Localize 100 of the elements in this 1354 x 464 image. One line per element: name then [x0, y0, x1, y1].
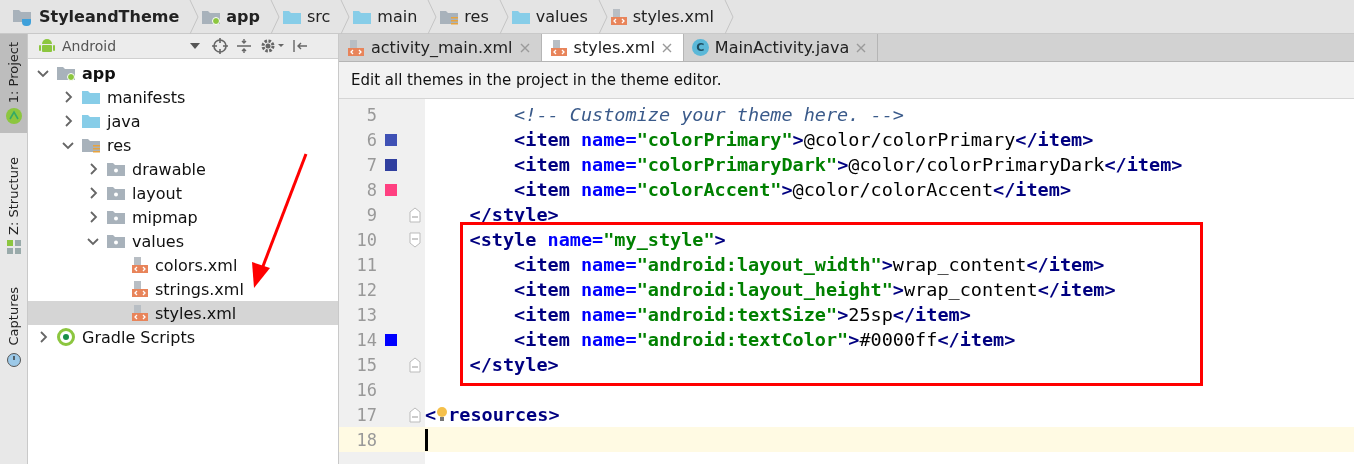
tree-item-label: strings.xml [155, 279, 244, 299]
tree-row[interactable]: values [28, 229, 338, 253]
tree-item-label: java [107, 111, 141, 131]
breadcrumb-item[interactable]: main [350, 0, 428, 34]
folder-icon [281, 8, 302, 25]
collapse-chevron-icon[interactable] [62, 91, 74, 103]
xml-file-icon [347, 38, 365, 57]
tool-window-tab[interactable]: Z: Structure [0, 149, 27, 264]
folder-icon [352, 8, 373, 25]
resource-folder-icon [106, 185, 126, 201]
expand-chevron-icon[interactable] [37, 67, 49, 79]
theme-editor-notice: Edit all themes in the project in the theme editor. [351, 71, 722, 89]
line-number: 13 [355, 304, 377, 325]
resource-folder-icon [106, 233, 126, 249]
hide-panel-icon[interactable] [292, 38, 308, 54]
gradle-icon [56, 327, 76, 347]
line-number: 5 [365, 104, 377, 125]
locate-icon[interactable] [212, 38, 228, 54]
line-number: 16 [355, 379, 377, 400]
tree-row[interactable]: manifests [28, 85, 338, 109]
project-folder-icon [12, 7, 34, 26]
code-comment: <!-- Customize your theme here. --> [514, 104, 904, 125]
breadcrumb-item[interactable]: res [437, 0, 499, 34]
line-number: 10 [355, 229, 377, 250]
tree-item-label: layout [132, 183, 182, 203]
close-icon[interactable] [660, 41, 673, 54]
xml-file-icon [549, 38, 568, 57]
collapse-chevron-icon[interactable] [87, 163, 99, 175]
settings-icon[interactable] [260, 38, 284, 54]
tool-window-tab[interactable]: Captures [0, 279, 27, 376]
tree-item-label: drawable [132, 159, 206, 179]
color-swatch[interactable] [385, 333, 397, 346]
collapse-chevron-icon[interactable] [62, 115, 74, 127]
breadcrumb-item[interactable]: StyleandTheme [10, 0, 190, 34]
tree-item-label: values [132, 231, 185, 251]
expand-chevron-icon[interactable] [87, 235, 99, 247]
line-number: 7 [365, 154, 377, 175]
tree-row[interactable]: app [28, 61, 338, 85]
code-line: </style> [469, 204, 559, 225]
expand-chevron-icon[interactable] [62, 139, 74, 151]
resource-folder-icon [106, 209, 126, 225]
xml-file-icon [131, 280, 149, 298]
editor-tab[interactable]: styles.xml [541, 34, 684, 61]
code-line: <style name="my_style"> [469, 229, 726, 250]
breadcrumb-item[interactable]: src [279, 0, 341, 34]
code-line: </style> [469, 354, 559, 375]
tree-row[interactable]: java [28, 109, 338, 133]
code-line: <item name="android:textColor">#0000ff</item> [514, 329, 1016, 350]
code-line: <item name="android:layout_width">wrap_content</item> [514, 254, 1105, 275]
xml-file-icon [131, 256, 149, 274]
tree-item-label: app [82, 63, 116, 83]
line-number: 8 [365, 179, 377, 200]
tree-row[interactable]: res [28, 133, 338, 157]
folder-icon [510, 8, 531, 25]
code-line: <item name="colorAccent">@color/colorAccent</item> [514, 179, 1072, 200]
tool-window-tab[interactable]: 1: Project [0, 34, 27, 134]
resource-folder-icon [106, 161, 126, 177]
breadcrumb-item[interactable]: styles.xml [607, 0, 725, 34]
android-icon [38, 37, 56, 55]
tree-item-label: styles.xml [155, 303, 237, 323]
line-number: 9 [365, 204, 377, 225]
xml-file-icon [131, 304, 149, 322]
code-line: <item name="colorPrimaryDark">@color/colorPrimaryDark</item> [514, 154, 1183, 175]
breadcrumb-item[interactable]: app [199, 0, 270, 34]
structure-icon [5, 239, 22, 256]
module-folder-icon [201, 8, 222, 25]
color-swatch[interactable] [385, 133, 397, 146]
tree-row[interactable]: drawable [28, 157, 338, 181]
tree-item-label: mipmap [132, 207, 198, 227]
line-number: 6 [365, 129, 377, 150]
color-swatch[interactable] [385, 158, 397, 171]
collapse-chevron-icon[interactable] [87, 187, 99, 199]
color-swatch[interactable] [385, 183, 397, 196]
tree-item-label: Gradle Scripts [82, 327, 196, 347]
xml-file-icon [609, 7, 628, 26]
line-number: 17 [355, 404, 377, 425]
tree-item-label: res [107, 135, 132, 155]
tree-item-label: manifests [107, 87, 186, 107]
tree-row[interactable]: mipmap [28, 205, 338, 229]
resource-folder-icon [439, 8, 460, 25]
tree-row[interactable]: colors.xml [28, 253, 338, 277]
code-line: <item name="android:layout_height">wrap_content</item> [514, 279, 1116, 300]
line-number: 14 [355, 329, 377, 350]
tree-row[interactable]: layout [28, 181, 338, 205]
code-line: <item name="android:textSize">25sp</item> [514, 304, 971, 325]
line-number: 18 [355, 429, 377, 450]
module-folder-icon [56, 65, 76, 81]
android-icon [4, 107, 23, 126]
breadcrumb-item[interactable]: values [508, 0, 598, 34]
folder-icon [81, 89, 101, 105]
selected-tree-row[interactable]: styles.xml [28, 301, 338, 325]
folder-icon [81, 113, 101, 129]
collapse-all-icon[interactable] [236, 38, 252, 54]
tree-row[interactable]: Gradle Scripts [28, 325, 338, 349]
collapse-chevron-icon[interactable] [37, 331, 49, 343]
tree-item-label: colors.xml [155, 255, 238, 275]
line-number: 12 [355, 279, 377, 300]
collapse-chevron-icon[interactable] [87, 211, 99, 223]
code-line: < resources> [425, 404, 560, 425]
tree-row[interactable]: strings.xml [28, 277, 338, 301]
